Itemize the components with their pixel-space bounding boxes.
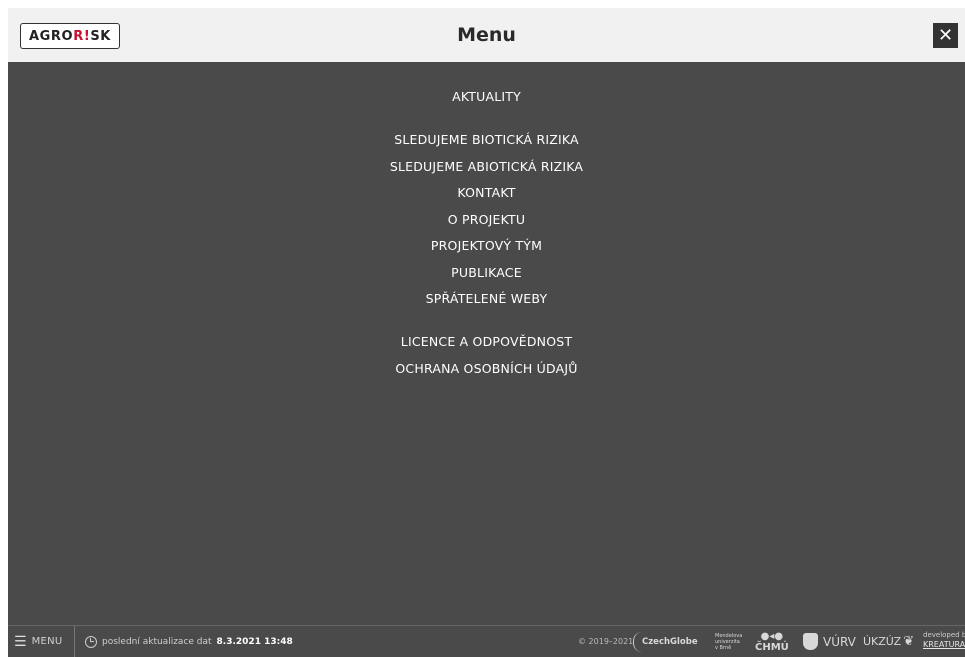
menu-item-project-team[interactable]: PROJEKTOVÝ TÝM bbox=[8, 233, 965, 260]
menu-item-contact[interactable]: KONTAKT bbox=[8, 180, 965, 207]
clock-icon bbox=[85, 635, 97, 648]
menu-item-friendly-websites[interactable]: SPŘÁTELENÉ WEBY bbox=[8, 286, 965, 313]
footer-bar: ☰ MENU poslední aktualizace dat 8.3.2021… bbox=[8, 625, 965, 657]
menu-group-news: AKTUALITY bbox=[8, 84, 965, 111]
menu-group-legal: LICENCE A ODPOVĚDNOST OCHRANA OSOBNÍCH Ú… bbox=[8, 329, 965, 382]
ukzuz-text: ÚKZÚZ bbox=[863, 635, 902, 648]
developed-by-label: developed by bbox=[923, 631, 965, 639]
menu-header: AGRO R! SK Menu ✕ bbox=[8, 8, 965, 62]
menu-item-privacy[interactable]: OCHRANA OSOBNÍCH ÚDAJŮ bbox=[8, 356, 965, 383]
menu-item-publications[interactable]: PUBLIKACE bbox=[8, 260, 965, 287]
partner-logo-chmu[interactable]: ●◂● ČHMÚ bbox=[755, 626, 789, 657]
leaf-icon: ❦ bbox=[903, 634, 915, 649]
partner-logo-mendelu[interactable]: Mendelova univerzita v Brně bbox=[715, 626, 742, 657]
footer-menu-label: MENU bbox=[31, 636, 63, 647]
developed-by: developed by KREATURA bbox=[923, 630, 965, 650]
chmu-text: ČHMÚ bbox=[755, 641, 789, 653]
partner-logo-ukzuz[interactable]: ÚKZÚZ ❦ bbox=[863, 626, 914, 657]
developer-link[interactable]: KREATURA bbox=[923, 640, 965, 650]
last-update: poslední aktualizace dat 8.3.2021 13:48 bbox=[85, 626, 293, 657]
copyright: © 2019–2021 bbox=[578, 637, 634, 646]
footer-menu-button[interactable]: ☰ MENU bbox=[8, 626, 75, 657]
page-title: Menu bbox=[457, 24, 516, 46]
last-update-value: 8.3.2021 13:48 bbox=[216, 636, 293, 647]
mendelu-line-3: v Brně bbox=[715, 644, 732, 651]
hamburger-icon: ☰ bbox=[14, 633, 27, 650]
partner-logo-vurv[interactable]: VÚRV bbox=[803, 626, 856, 657]
menu-item-abiotic-risks[interactable]: SLEDUJEME ABIOTICKÁ RIZIKA bbox=[8, 154, 965, 181]
vurv-text: VÚRV bbox=[823, 634, 856, 649]
menu-item-about-project[interactable]: O PROJEKTU bbox=[8, 207, 965, 234]
menu-group-main: SLEDUJEME BIOTICKÁ RIZIKA SLEDUJEME ABIO… bbox=[8, 127, 965, 313]
close-icon[interactable]: ✕ bbox=[933, 23, 958, 48]
menu-item-license[interactable]: LICENCE A ODPOVĚDNOST bbox=[8, 329, 965, 356]
menu-overlay: AGRO R! SK Menu ✕ AKTUALITY SLEDUJEME BIOT… bbox=[8, 8, 965, 657]
menu-item-biotic-risks[interactable]: SLEDUJEME BIOTICKÁ RIZIKA bbox=[8, 127, 965, 154]
partner-logo-czechglobe[interactable]: CzechGlobe bbox=[633, 632, 703, 652]
menu-item-aktuality[interactable]: AKTUALITY bbox=[8, 84, 965, 111]
chmu-mark-icon: ●◂● bbox=[760, 630, 784, 642]
last-update-label: poslední aktualizace dat bbox=[102, 636, 212, 647]
vurv-shield-icon bbox=[803, 633, 818, 650]
